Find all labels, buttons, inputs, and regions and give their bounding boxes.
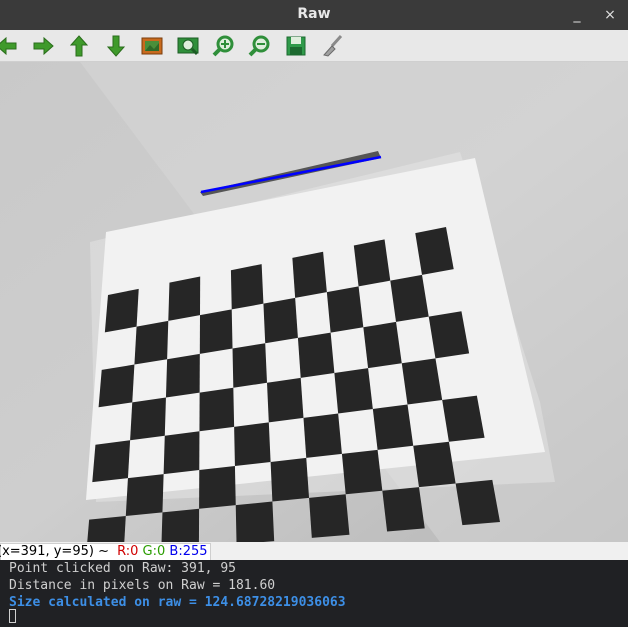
checker-square bbox=[341, 449, 383, 495]
checker-square bbox=[292, 251, 327, 298]
checker-square bbox=[98, 364, 135, 408]
checker-square bbox=[390, 274, 429, 322]
status-bar: (x=391, y=95) ~ R:0 G:0 B:255 bbox=[0, 542, 628, 561]
checker-square bbox=[199, 387, 235, 432]
camera-image[interactable] bbox=[0, 62, 628, 542]
checker-square bbox=[134, 320, 169, 365]
properties-brush-icon[interactable] bbox=[319, 33, 345, 59]
checker-square bbox=[235, 501, 275, 542]
checker-square bbox=[267, 377, 304, 423]
checker-square bbox=[372, 404, 414, 450]
image-canvas[interactable] bbox=[0, 62, 628, 542]
checker-square bbox=[92, 440, 131, 483]
green-value: G:0 bbox=[142, 544, 166, 559]
window-title: Raw bbox=[297, 6, 331, 22]
checker-square bbox=[382, 487, 425, 532]
pan-up-icon[interactable] bbox=[66, 33, 92, 59]
toolbar bbox=[0, 30, 628, 62]
checker-square bbox=[234, 422, 271, 466]
minimize-button[interactable]: _ bbox=[567, 5, 587, 25]
checker-square bbox=[455, 479, 500, 526]
zoom-out-icon[interactable] bbox=[247, 33, 273, 59]
checker-square bbox=[303, 413, 342, 458]
checker-square bbox=[232, 343, 268, 388]
checker-square bbox=[309, 494, 350, 538]
terminal-line-size: Size calculated on raw = 124.68728219036… bbox=[9, 595, 346, 610]
checker-square bbox=[353, 239, 391, 287]
pixel-readout: (x=391, y=95) ~ R:0 G:0 B:255 bbox=[0, 543, 211, 561]
close-button[interactable]: × bbox=[600, 5, 620, 25]
checker-square bbox=[326, 286, 364, 333]
save-icon[interactable] bbox=[283, 33, 309, 59]
checker-square bbox=[413, 441, 456, 488]
title-bar: Raw _ × bbox=[0, 0, 628, 30]
terminal-cursor bbox=[9, 609, 16, 623]
checker-square bbox=[165, 353, 200, 398]
checker-square bbox=[363, 321, 402, 369]
zoom-fit-icon[interactable] bbox=[139, 33, 165, 59]
checker-square bbox=[87, 515, 126, 542]
checker-square bbox=[263, 297, 298, 344]
coords-label: (x=391, y=95) ~ bbox=[0, 544, 109, 559]
checker-square bbox=[125, 474, 164, 516]
blue-value: B:255 bbox=[169, 544, 208, 559]
terminal-output: Point clicked on Raw: 391, 95 Distance i… bbox=[0, 560, 628, 627]
checker-square bbox=[297, 332, 335, 378]
checker-square bbox=[334, 368, 373, 414]
pan-right-icon[interactable] bbox=[30, 33, 56, 59]
terminal-line-distance: Distance in pixels on Raw = 181.60 bbox=[9, 578, 276, 593]
terminal-line-point: Point clicked on Raw: 391, 95 bbox=[9, 561, 236, 576]
pan-left-icon[interactable] bbox=[0, 33, 20, 59]
zoom-original-icon[interactable] bbox=[175, 33, 201, 59]
checker-square bbox=[401, 358, 443, 405]
checker-square bbox=[161, 508, 200, 542]
pan-down-icon[interactable] bbox=[103, 33, 129, 59]
checker-square bbox=[199, 309, 233, 354]
checker-square bbox=[230, 264, 264, 310]
checker-square bbox=[104, 288, 139, 333]
red-value: R:0 bbox=[117, 544, 139, 559]
zoom-in-icon[interactable] bbox=[211, 33, 237, 59]
checker-square bbox=[270, 457, 310, 502]
checker-square bbox=[168, 276, 201, 321]
checker-square bbox=[163, 431, 200, 475]
checker-square bbox=[199, 465, 236, 509]
checker-square bbox=[130, 397, 166, 441]
